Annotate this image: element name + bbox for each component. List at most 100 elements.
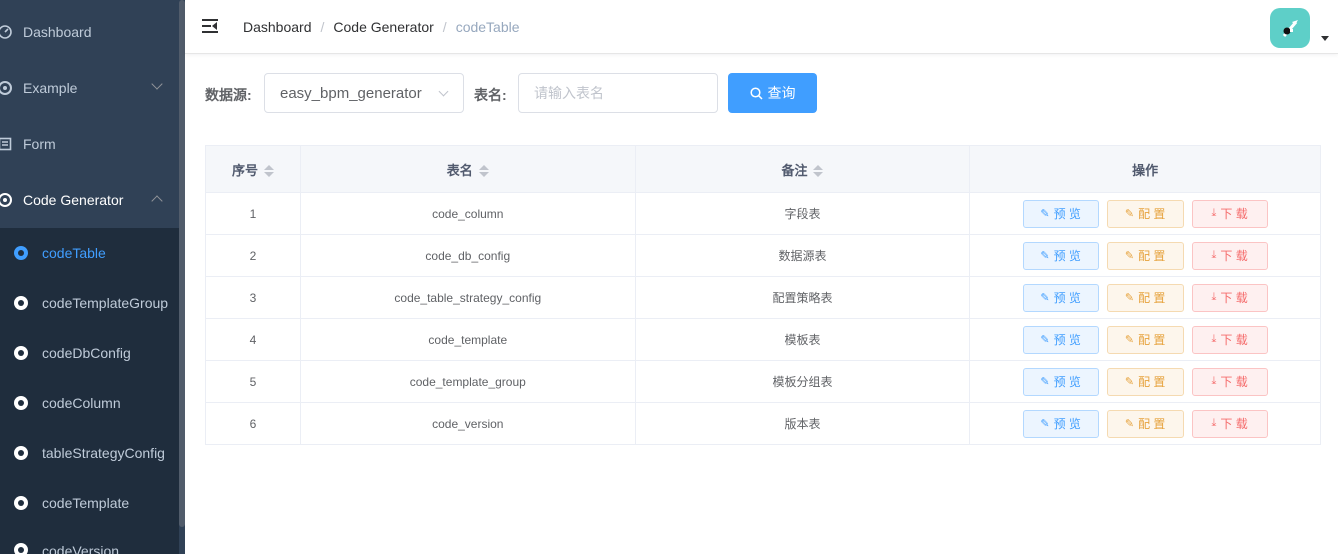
- preview-button[interactable]: ✎ 预 览: [1022, 409, 1099, 438]
- cell-no: 1: [205, 192, 301, 235]
- config-label: 配 置: [1138, 291, 1166, 305]
- sidebar-item-code-generator[interactable]: Code Generator: [0, 172, 179, 228]
- query-button[interactable]: 查询: [728, 73, 817, 113]
- breadcrumb-item-current: codeTable: [455, 19, 520, 35]
- cell-actions: ✎ 预 览 ✎ 配 置 ⤓ 下 载: [969, 360, 1321, 403]
- download-button[interactable]: ⤓ 下 载: [1191, 367, 1268, 396]
- sidebar-item-form[interactable]: Form: [0, 116, 179, 172]
- preview-button[interactable]: ✎ 预 览: [1022, 367, 1099, 396]
- sidebar: Dashboard Example Form Code Generator co…: [0, 0, 185, 554]
- cell-actions: ✎ 预 览 ✎ 配 置 ⤓ 下 载: [969, 402, 1321, 445]
- download-button[interactable]: ⤓ 下 载: [1191, 241, 1268, 270]
- sidebar-item-codetemplategroup[interactable]: codeTemplateGroup: [0, 278, 179, 328]
- sidebar-item-dashboard[interactable]: Dashboard: [0, 4, 179, 60]
- chevron-up-icon: [151, 195, 163, 207]
- preview-button[interactable]: ✎ 预 览: [1022, 283, 1099, 312]
- config-button[interactable]: ✎ 配 置: [1106, 325, 1184, 354]
- preview-label: 预 览: [1053, 249, 1081, 263]
- sidebar-scrollbar[interactable]: [179, 0, 185, 527]
- menu-dot-icon: [14, 396, 28, 410]
- download-icon: ⤓: [1211, 333, 1217, 345]
- sidebar-item-label: codeTable: [42, 245, 106, 261]
- config-button[interactable]: ✎ 配 置: [1106, 283, 1184, 312]
- sidebar-item-tablestrategyconfig[interactable]: tableStrategyConfig: [0, 428, 179, 478]
- header-actions: 操作: [969, 145, 1321, 193]
- dashboard-icon: [0, 25, 12, 39]
- download-button[interactable]: ⤓ 下 载: [1191, 283, 1268, 312]
- cell-actions: ✎ 预 览 ✎ 配 置 ⤓ 下 载: [969, 192, 1321, 235]
- download-label: 下 载: [1220, 207, 1248, 221]
- edit-icon: ✎: [1124, 376, 1135, 388]
- cell-remark: 配置策略表: [634, 276, 971, 319]
- sidebar-item-codedbconfig[interactable]: codeDbConfig: [0, 328, 179, 378]
- cell-remark: 模板分组表: [634, 360, 971, 403]
- tablename-input[interactable]: [518, 73, 718, 113]
- table-header-row: 序号 表名 备注 操作: [205, 145, 1321, 193]
- datasource-value: easy_bpm_generator: [280, 84, 422, 102]
- preview-label: 预 览: [1053, 291, 1081, 305]
- config-button[interactable]: ✎ 配 置: [1106, 199, 1184, 228]
- sidebar-item-codeversion[interactable]: codeVersion: [0, 528, 179, 554]
- edit-icon: ✎: [1040, 292, 1050, 304]
- cell-actions: ✎ 预 览 ✎ 配 置 ⤓ 下 载: [969, 234, 1321, 277]
- submenu-code-generator: codeTable codeTemplateGroup codeDbConfig…: [0, 228, 179, 554]
- hamburger-icon[interactable]: [202, 19, 218, 33]
- sidebar-item-codetable[interactable]: codeTable: [0, 228, 179, 278]
- cell-table-name: code_template: [299, 318, 636, 361]
- header-table-name[interactable]: 表名: [299, 145, 636, 193]
- sidebar-item-label: Form: [23, 136, 56, 152]
- preview-button[interactable]: ✎ 预 览: [1022, 199, 1099, 228]
- config-button[interactable]: ✎ 配 置: [1106, 241, 1184, 270]
- table-row: 6 code_version 版本表 ✎ 预 览 ✎ 配 置 ⤓ 下 载: [205, 402, 1321, 445]
- avatar[interactable]: [1270, 8, 1310, 48]
- sidebar-item-example[interactable]: Example: [0, 60, 179, 116]
- table-row: 3 code_table_strategy_config 配置策略表 ✎ 预 览 ✎ 配 置…: [205, 276, 1321, 319]
- datasource-select[interactable]: easy_bpm_generator: [264, 73, 464, 113]
- edit-icon: ✎: [1124, 292, 1135, 304]
- preview-button[interactable]: ✎ 预 览: [1022, 325, 1099, 354]
- edit-icon: ✎: [1040, 250, 1050, 262]
- navbar: Dashboard / Code Generator / codeTable: [185, 0, 1338, 54]
- sidebar-item-codetemplate[interactable]: codeTemplate: [0, 478, 179, 528]
- sort-icon[interactable]: [478, 165, 489, 178]
- header-label: 操作: [1132, 162, 1159, 178]
- query-button-label: 查询: [767, 85, 796, 101]
- header-label: 表名: [446, 162, 473, 178]
- config-button[interactable]: ✎ 配 置: [1106, 367, 1184, 396]
- sidebar-item-label: tableStrategyConfig: [42, 445, 165, 461]
- preview-button[interactable]: ✎ 预 览: [1022, 241, 1099, 270]
- download-button[interactable]: ⤓ 下 载: [1191, 409, 1268, 438]
- sort-icon[interactable]: [813, 165, 824, 178]
- config-label: 配 置: [1138, 333, 1166, 347]
- cell-table-name: code_template_group: [299, 360, 636, 403]
- caret-down-icon[interactable]: [1321, 36, 1329, 41]
- cell-no: 4: [205, 318, 301, 361]
- header-no[interactable]: 序号: [205, 145, 301, 193]
- cell-remark: 版本表: [634, 402, 971, 445]
- code-generator-icon: [0, 193, 12, 207]
- preview-label: 预 览: [1053, 375, 1081, 389]
- menu-dot-icon: [14, 543, 28, 554]
- cell-remark: 字段表: [634, 192, 971, 235]
- download-label: 下 载: [1220, 417, 1248, 431]
- cell-table-name: code_version: [299, 402, 636, 445]
- table-row: 4 code_template 模板表 ✎ 预 览 ✎ 配 置 ⤓ 下 载: [205, 318, 1321, 361]
- sidebar-item-label: Example: [23, 80, 78, 96]
- sort-icon[interactable]: [263, 165, 274, 178]
- download-icon: ⤓: [1211, 207, 1217, 219]
- cell-table-name: code_db_config: [299, 234, 636, 277]
- sidebar-item-label: codeTemplateGroup: [42, 295, 169, 311]
- breadcrumb-item-dashboard[interactable]: Dashboard: [243, 19, 312, 35]
- download-button[interactable]: ⤓ 下 载: [1191, 199, 1268, 228]
- download-button[interactable]: ⤓ 下 载: [1191, 325, 1268, 354]
- download-label: 下 载: [1220, 375, 1248, 389]
- example-icon: [0, 81, 12, 95]
- sidebar-item-codecolumn[interactable]: codeColumn: [0, 378, 179, 428]
- config-button[interactable]: ✎ 配 置: [1106, 409, 1184, 438]
- header-remark[interactable]: 备注: [634, 145, 971, 193]
- preview-label: 预 览: [1053, 417, 1081, 431]
- form-icon: [0, 137, 12, 151]
- preview-label: 预 览: [1053, 333, 1081, 347]
- breadcrumb-item-code-generator[interactable]: Code Generator: [333, 19, 433, 35]
- avatar-image-icon: [1282, 20, 1298, 37]
